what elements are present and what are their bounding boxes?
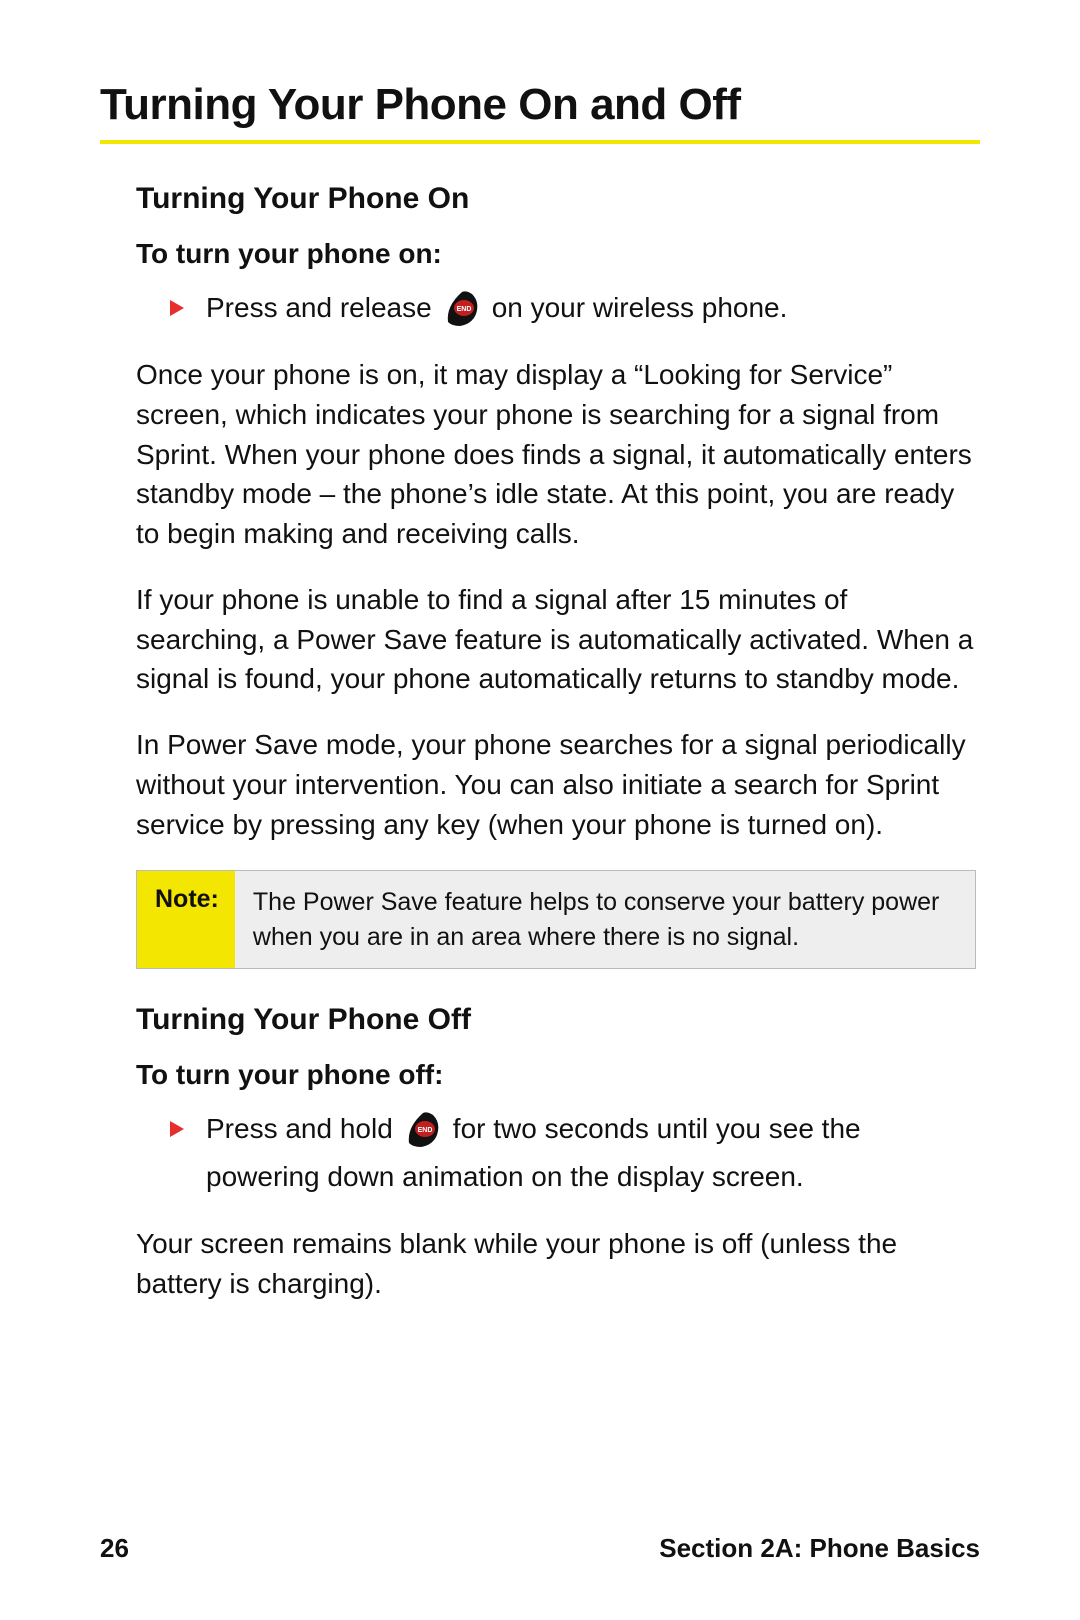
page-number: 26 <box>100 1533 129 1564</box>
note-label: Note: <box>137 871 235 968</box>
note-body: The Power Save feature helps to conserve… <box>235 871 975 968</box>
svg-text:END: END <box>456 306 471 313</box>
manual-page: Turning Your Phone On and Off Turning Yo… <box>0 0 1080 1620</box>
paragraph-on-3: In Power Save mode, your phone searches … <box>136 725 976 844</box>
instruction-off: To turn your phone off: <box>136 1059 976 1091</box>
page-title: Turning Your Phone On and Off <box>100 80 980 130</box>
bullet-on-pre: Press and release <box>206 288 432 327</box>
bullet-off: Press and hold END for two seconds until… <box>170 1109 976 1148</box>
bullet-on: Press and release END on your wireless p… <box>170 288 976 327</box>
bullet-off-post: for two seconds until you see the <box>453 1109 861 1148</box>
instruction-on: To turn your phone on: <box>136 238 976 270</box>
bullet-off-pre: Press and hold <box>206 1109 393 1148</box>
paragraph-on-1: Once your phone is on, it may display a … <box>136 355 976 554</box>
bullet-triangle-icon <box>170 1121 184 1137</box>
end-key-icon: END <box>403 1111 443 1147</box>
bullet-on-post: on your wireless phone. <box>492 288 788 327</box>
bullet-off-text: Press and hold END for two seconds until… <box>206 1109 861 1148</box>
page-footer: 26 Section 2A: Phone Basics <box>100 1533 980 1564</box>
bullet-off-continue: powering down animation on the display s… <box>206 1157 976 1196</box>
end-key-icon: END <box>442 290 482 326</box>
paragraph-on-2: If your phone is unable to find a signal… <box>136 580 976 699</box>
note-box: Note: The Power Save feature helps to co… <box>136 870 976 969</box>
title-underline <box>100 140 980 144</box>
heading-phone-off: Turning Your Phone Off <box>136 1003 976 1037</box>
bullet-triangle-icon <box>170 300 184 316</box>
svg-text:END: END <box>417 1127 432 1134</box>
paragraph-off-1: Your screen remains blank while your pho… <box>136 1224 976 1304</box>
heading-phone-on: Turning Your Phone On <box>136 182 976 216</box>
bullet-on-text: Press and release END on your wireless p… <box>206 288 787 327</box>
section-label: Section 2A: Phone Basics <box>659 1533 980 1564</box>
page-content: Turning Your Phone On To turn your phone… <box>100 182 980 1303</box>
